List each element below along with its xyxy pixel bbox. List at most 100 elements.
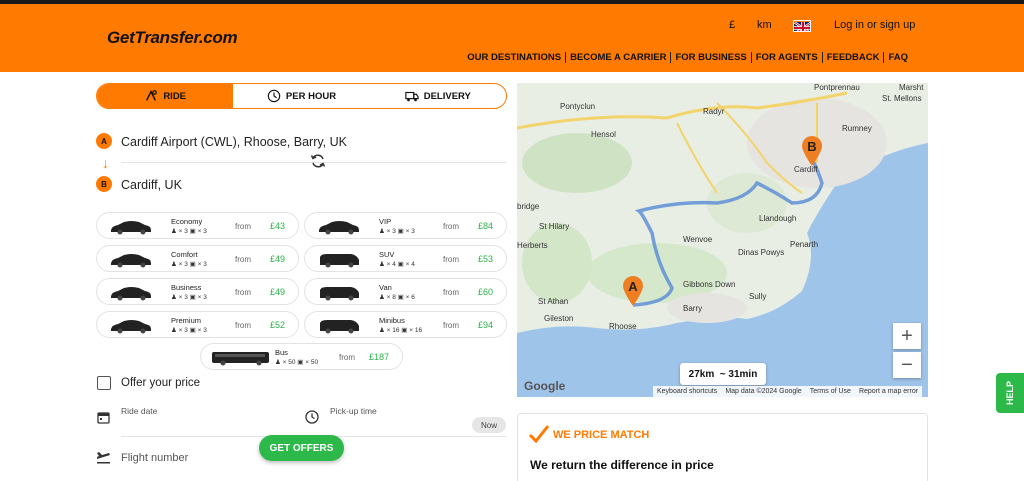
map-label: Dinas Powys [738, 248, 785, 257]
google-logo: Google [524, 379, 566, 393]
vehicle-price: £187 [368, 352, 389, 362]
tab-delivery[interactable]: DELIVERY [370, 84, 506, 108]
clock-icon [267, 89, 281, 103]
vehicle-bags: × 3 [405, 228, 415, 235]
vehicle-capacity: ♟ × 3 ▣ × 3 [171, 326, 207, 334]
passenger-icon: ♟ [275, 359, 281, 366]
route-map[interactable]: Pontprennau Marsht St. Mellons Pontyclun… [517, 83, 928, 397]
login-link[interactable]: Log in or sign up [834, 19, 915, 31]
offer-price-checkbox[interactable] [97, 376, 111, 390]
passenger-icon: ♟ [379, 228, 385, 235]
vehicle-card-business[interactable]: Business ♟ × 3 ▣ × 3 from £49 [96, 278, 299, 305]
pickup-location[interactable]: Cardiff Airport (CWL), Rhoose, Barry, UK [121, 135, 347, 149]
marker-b-pin-icon[interactable]: B [800, 135, 824, 167]
pickup-time-label: Pick-up time [330, 406, 377, 416]
vehicle-card-economy[interactable]: Economy ♟ × 3 ▣ × 3 from £43 [96, 212, 299, 239]
vehicle-price: £84 [477, 221, 493, 231]
map-label: Pontprennau [814, 83, 860, 92]
vehicle-name: Minibus [379, 316, 405, 325]
vehicle-pax: × 16 [386, 327, 400, 334]
zoom-in-button[interactable]: + [893, 323, 921, 349]
currency-selector[interactable]: £ [729, 19, 735, 31]
vehicle-image-icon [109, 252, 153, 268]
report-error-link[interactable]: Report a map error [859, 388, 918, 395]
marker-a-icon: A [96, 133, 112, 149]
price-from-label: from [443, 288, 459, 297]
route-distance-duration: 27km ~ 31min [680, 363, 766, 385]
price-from-label: from [235, 222, 251, 231]
nav-for-agents[interactable]: FOR AGENTS [750, 52, 822, 63]
luggage-icon: ▣ [189, 294, 196, 301]
vehicle-name: Van [379, 283, 392, 292]
vehicle-price: £49 [269, 287, 285, 297]
vehicle-card-van[interactable]: Van ♟ × 8 ▣ × 6 from £60 [304, 278, 507, 305]
tab-ride[interactable]: RIDE [97, 84, 234, 108]
vehicle-name: Bus [275, 348, 288, 357]
vehicle-pax: × 3 [178, 228, 188, 235]
clock-icon [305, 410, 319, 424]
luggage-icon: ▣ [397, 261, 404, 268]
nav-for-business[interactable]: FOR BUSINESS [670, 52, 750, 63]
vehicle-capacity: ♟ × 50 ▣ × 50 [275, 358, 318, 366]
flight-number-field[interactable]: Flight number [121, 452, 188, 464]
nav-become-carrier[interactable]: BECOME A CARRIER [565, 52, 670, 63]
luggage-icon: ▣ [189, 327, 196, 334]
map-label: St Athan [538, 297, 569, 306]
get-offers-button[interactable]: GET OFFERS [259, 435, 344, 461]
dropoff-location[interactable]: Cardiff, UK [121, 178, 182, 192]
vehicle-bags: × 3 [197, 261, 207, 268]
swap-icon[interactable] [309, 152, 327, 170]
nav-feedback[interactable]: FEEDBACK [821, 52, 884, 63]
marker-a-pin-icon[interactable]: A [621, 275, 645, 307]
map-label: Llandough [759, 214, 797, 223]
vehicle-image-icon [211, 350, 271, 366]
vehicle-image-icon [317, 219, 361, 235]
vehicle-price: £49 [269, 254, 285, 264]
vehicle-capacity: ♟ × 3 ▣ × 3 [171, 293, 207, 301]
price-from-label: from [235, 255, 251, 264]
terms-link[interactable]: Terms of Use [810, 388, 851, 395]
zoom-out-button[interactable]: − [893, 352, 921, 378]
vehicle-card-minibus[interactable]: Minibus ♟ × 16 ▣ × 16 from £94 [304, 311, 507, 338]
nav-faq[interactable]: FAQ [883, 52, 912, 63]
nav-destinations[interactable]: OUR DESTINATIONS [463, 52, 565, 63]
help-button[interactable]: HELP [996, 373, 1024, 413]
vehicle-card-comfort[interactable]: Comfort ♟ × 3 ▣ × 3 from £49 [96, 245, 299, 272]
map-label: Pontyclun [560, 102, 596, 111]
vehicle-card-bus[interactable]: Bus ♟ × 50 ▣ × 50 from £187 [200, 343, 403, 370]
units-selector[interactable]: km [757, 19, 772, 31]
vehicle-bags: × 16 [409, 327, 423, 334]
map-label: Barry [683, 304, 703, 313]
map-label: St Hilary [539, 222, 570, 231]
vehicle-pax: × 8 [386, 294, 396, 301]
map-label: Rumney [842, 124, 872, 133]
calendar-icon [97, 412, 110, 424]
price-from-label: from [235, 288, 251, 297]
keyboard-shortcuts-link[interactable]: Keyboard shortcuts [657, 388, 717, 395]
vehicle-name: Economy [171, 217, 203, 226]
price-from-label: from [235, 321, 251, 330]
uk-flag-icon[interactable] [793, 20, 811, 32]
marker-a-letter: A [628, 279, 638, 294]
pickup-time-field[interactable] [330, 436, 506, 437]
tab-delivery-label: DELIVERY [423, 90, 471, 102]
map-attribution: Keyboard shortcuts Map data ©2024 Google… [653, 386, 923, 397]
vehicle-bags: × 50 [305, 359, 319, 366]
site-logo[interactable]: GetTransfer.com [107, 28, 238, 48]
route-distance: 27km [688, 368, 715, 380]
vehicle-bags: × 3 [197, 327, 207, 334]
vehicle-image-icon [109, 318, 153, 334]
vehicle-card-vip[interactable]: VIP ♟ × 3 ▣ × 3 from £84 [304, 212, 507, 239]
passenger-icon: ♟ [171, 294, 177, 301]
vehicle-card-suv[interactable]: SUV ♟ × 4 ▣ × 4 from £53 [304, 245, 507, 272]
site-header: GetTransfer.com £ km Log in or sign up O… [0, 4, 1024, 72]
now-button[interactable]: Now [472, 417, 506, 433]
help-label: HELP [1004, 380, 1015, 406]
vehicle-pax: × 3 [178, 261, 188, 268]
vehicle-pax: × 3 [178, 327, 188, 334]
vehicle-card-premium[interactable]: Premium ♟ × 3 ▣ × 3 from £52 [96, 311, 299, 338]
price-from-label: from [443, 222, 459, 231]
vehicle-image-icon [109, 219, 153, 235]
tab-per-hour[interactable]: PER HOUR [233, 84, 369, 108]
price-match-card: WE PRICE MATCH We return the difference … [517, 413, 928, 481]
